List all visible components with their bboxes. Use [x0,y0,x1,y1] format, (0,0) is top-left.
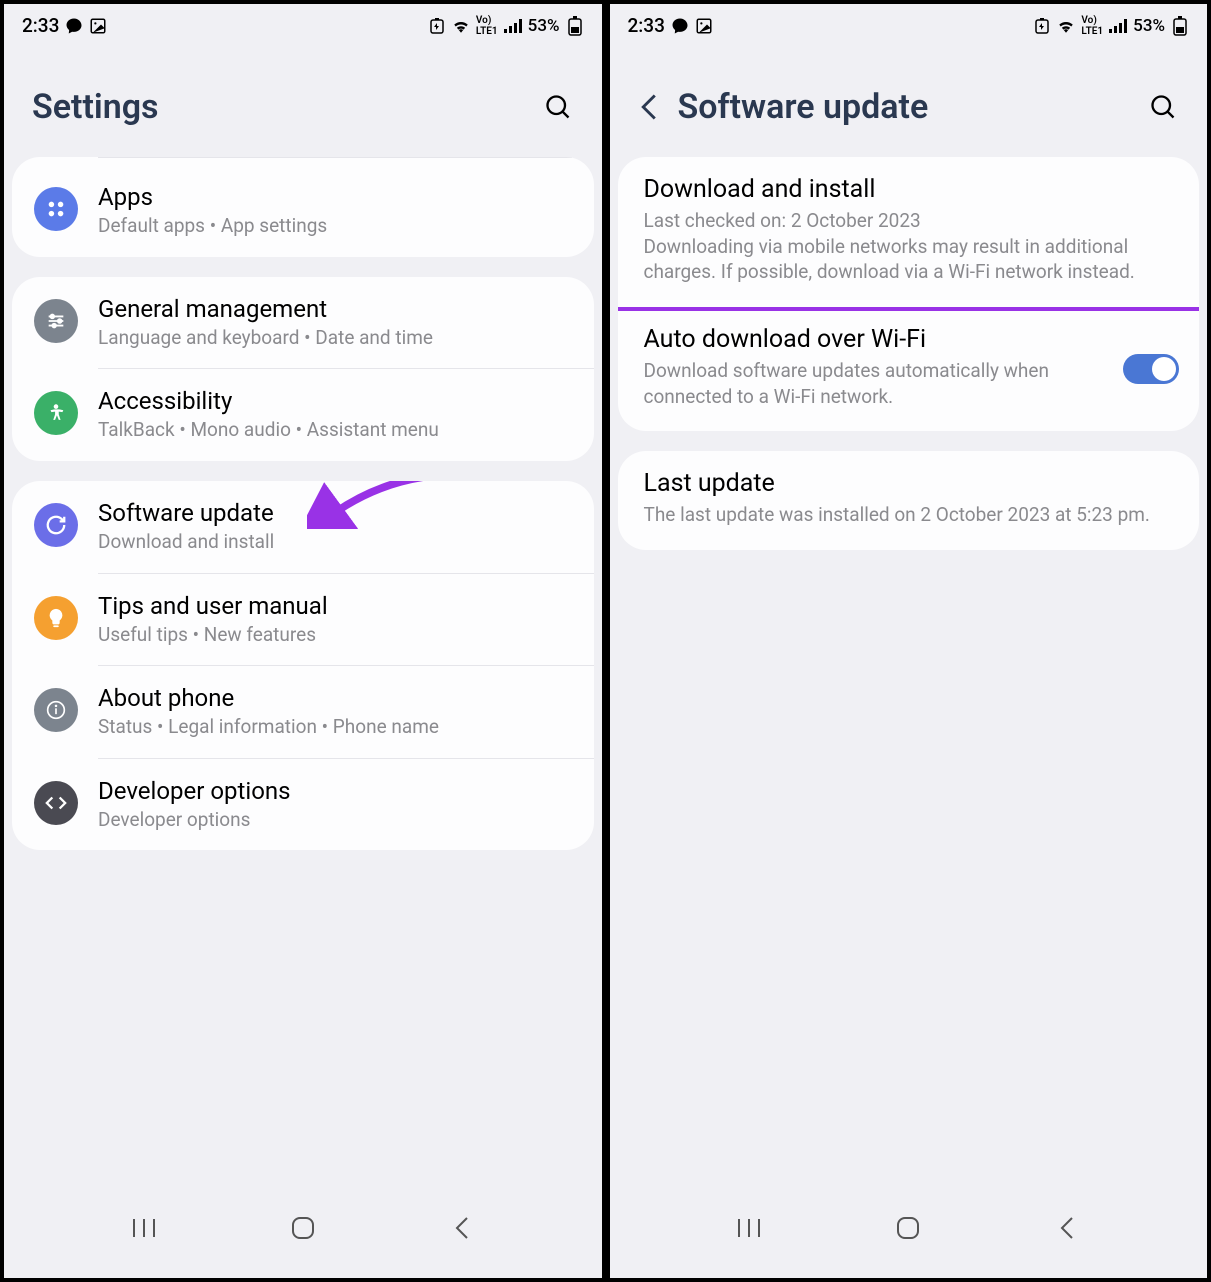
status-left: 2:33 [22,14,107,37]
item-subtitle: Status • Legal information • Phone name [98,714,572,740]
status-right: Vo)LTE1 53% [1033,15,1189,37]
status-left: 2:33 [628,14,713,37]
chat-icon [65,17,83,35]
settings-list: Apps Default apps • App settings General… [4,157,602,1188]
developer-icon [34,781,78,825]
nav-back[interactable] [1047,1208,1087,1248]
header: Settings [4,47,602,157]
item-subtitle: Developer options [98,807,572,833]
item-title: Last update [644,469,1174,498]
item-line1: Last checked on: 2 October 2023 [644,208,1174,234]
settings-item-tips[interactable]: Tips and user manual Useful tips • New f… [12,574,594,666]
item-subtitle: Language and keyboard • Date and time [98,325,572,351]
settings-item-about[interactable]: About phone Status • Legal information •… [12,666,594,758]
nav-home[interactable] [888,1208,928,1248]
item-title: Accessibility [98,387,572,415]
card-download-group: Download and install Last checked on: 2 … [618,157,1200,431]
phone-settings: 2:33 Vo)LTE1 53% Setting [0,0,606,1282]
status-bar: 2:33 Vo)LTE1 53% [610,4,1208,47]
update-list: Download and install Last checked on: 2 … [610,157,1208,1188]
back-button[interactable] [638,92,660,122]
header: Software update [610,47,1208,157]
item-title: Apps [98,183,572,211]
about-icon [34,688,78,732]
wifi-icon [452,17,470,35]
item-subtitle: Useful tips • New features [98,622,572,648]
item-subtitle: TalkBack • Mono audio • Assistant menu [98,417,572,443]
battery-percent: 53% [528,16,560,36]
battery-saver-icon [428,17,446,35]
item-subtitle: Default apps • App settings [98,213,572,239]
page-title: Settings [32,87,524,127]
item-line2: Downloading via mobile networks may resu… [644,234,1174,285]
search-button[interactable] [1147,91,1179,123]
auto-download-toggle[interactable] [1123,354,1179,384]
picture-icon [695,17,713,35]
nav-bar [4,1188,602,1278]
item-title: Tips and user manual [98,592,572,620]
battery-saver-icon [1033,17,1051,35]
settings-item-general[interactable]: General management Language and keyboard… [12,277,594,369]
last-update-item[interactable]: Last update The last update was installe… [618,451,1200,550]
nav-bar [610,1188,1208,1278]
item-body: About phone Status • Legal information •… [98,684,572,740]
wifi-icon [1057,17,1075,35]
nav-back[interactable] [442,1208,482,1248]
item-title: General management [98,295,572,323]
card-last-update: Last update The last update was installe… [618,451,1200,550]
battery-icon [1171,17,1189,35]
card-software-group: Software update Download and install Tip… [12,481,594,851]
item-title: Software update [98,499,572,527]
status-right: Vo)LTE1 53% [428,15,584,37]
download-install-item[interactable]: Download and install Last checked on: 2 … [618,157,1200,307]
settings-item-apps[interactable]: Apps Default apps • App settings [12,165,594,257]
item-title: Auto download over Wi-Fi [644,325,1108,354]
item-title: Download and install [644,175,1174,204]
item-subtitle: The last update was installed on 2 Octob… [644,502,1174,528]
battery-percent: 53% [1133,16,1165,36]
software-icon [34,503,78,547]
page-title: Software update [678,87,1130,127]
chat-icon [671,17,689,35]
item-body: Developer options Developer options [98,777,572,833]
item-body: Apps Default apps • App settings [98,183,572,239]
settings-item-software[interactable]: Software update Download and install [12,481,594,573]
nav-recents[interactable] [124,1208,164,1248]
status-time: 2:33 [22,14,59,37]
battery-icon [566,17,584,35]
item-body: Accessibility TalkBack • Mono audio • As… [98,387,572,443]
tips-icon [34,596,78,640]
volte-icon: Vo)LTE1 [1081,15,1103,37]
search-button[interactable] [542,91,574,123]
signal-icon [1109,17,1127,35]
item-subtitle: Download software updates automatically … [644,358,1108,409]
accessibility-icon [34,391,78,435]
settings-item-accessibility[interactable]: Accessibility TalkBack • Mono audio • As… [12,369,594,461]
phone-software-update: 2:33 Vo)LTE1 53% [606,0,1211,1282]
auto-download-item[interactable]: Auto download over Wi-Fi Download softwa… [618,307,1200,431]
item-body: Tips and user manual Useful tips • New f… [98,592,572,648]
item-body: Software update Download and install [98,499,572,555]
item-title: About phone [98,684,572,712]
item-subtitle: Download and install [98,529,572,555]
item-title: Developer options [98,777,572,805]
volte-icon: Vo)LTE1 [476,15,498,37]
picture-icon [89,17,107,35]
status-bar: 2:33 Vo)LTE1 53% [4,4,602,47]
settings-item-developer[interactable]: Developer options Developer options [12,759,594,851]
nav-recents[interactable] [729,1208,769,1248]
item-body: General management Language and keyboard… [98,295,572,351]
signal-icon [504,17,522,35]
apps-icon [34,187,78,231]
card-general-group: General management Language and keyboard… [12,277,594,461]
nav-home[interactable] [283,1208,323,1248]
card-apps-group: Apps Default apps • App settings [12,157,594,257]
general-icon [34,299,78,343]
status-time: 2:33 [628,14,665,37]
highlight-annotation: Download and install Last checked on: 2 … [618,157,1200,311]
